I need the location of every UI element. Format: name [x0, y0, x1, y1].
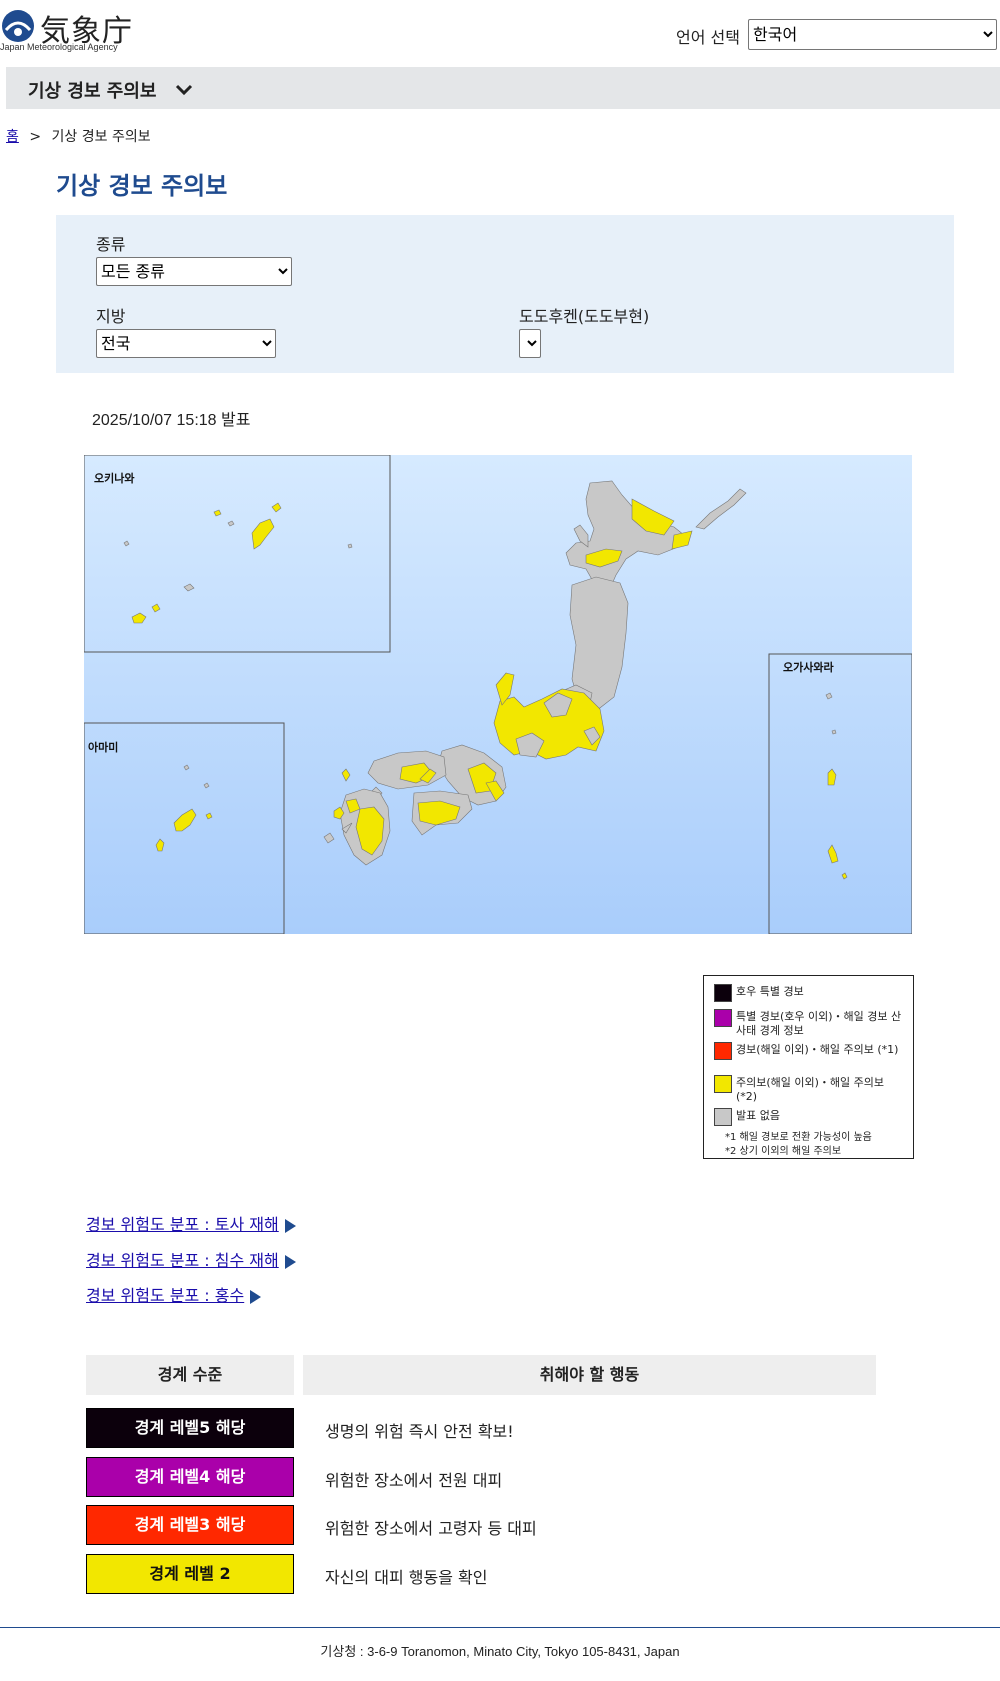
legend-swatch-gray — [714, 1108, 732, 1126]
footer-divider — [0, 1627, 1000, 1628]
level-3-badge: 경계 레벨3 해당 — [86, 1505, 294, 1545]
breadcrumb-separator: > — [29, 129, 42, 145]
chevron-down-icon[interactable] — [174, 79, 194, 99]
level-5-action: 생명의 위험 즉시 안전 확보! — [325, 1422, 514, 1441]
level-4-badge: 경계 레벨4 해당 — [86, 1457, 294, 1497]
table-header-action: 취해야 할 행동 — [303, 1355, 876, 1395]
legend-swatch-black — [714, 984, 732, 1002]
page-title: 기상 경보 주의보 — [56, 172, 228, 200]
link-inundation-risk[interactable]: 경보 위험도 분포 : 침수 재해 — [86, 1251, 279, 1270]
legend-note-1: *1 해일 경보로 전환 가능성이 높음 — [725, 1132, 872, 1143]
prefecture-label: 도도후켄(도도부현) — [519, 307, 650, 326]
okinawa-label: 오키나와 — [94, 471, 134, 485]
type-select[interactable]: 모든 종류 — [96, 257, 292, 286]
type-label: 종류 — [96, 235, 126, 254]
level-5-badge: 경계 레벨5 해당 — [86, 1408, 294, 1448]
level-2-action: 자신의 대피 행동을 확인 — [325, 1568, 488, 1587]
arrow-right-icon — [250, 1289, 262, 1304]
nav-bar[interactable]: 기상 경보 주의보 — [6, 67, 1000, 109]
breadcrumb-home-link[interactable]: 홈 — [6, 129, 19, 145]
issued-time: 2025/10/07 15:18 발표 — [92, 412, 251, 429]
logo-subtitle: Japan Meteorological Agency — [0, 42, 118, 52]
legend-swatch-purple — [714, 1009, 732, 1027]
amami-label: 아마미 — [88, 740, 118, 754]
legend-swatch-yellow — [714, 1075, 732, 1093]
link-landslide-risk[interactable]: 경보 위험도 분포 : 토사 재해 — [86, 1215, 279, 1234]
link-landslide-row: 경보 위험도 분포 : 토사 재해 — [86, 1211, 296, 1235]
level-2-badge: 경계 레벨 2 — [86, 1554, 294, 1594]
language-select[interactable]: 한국어 — [748, 19, 997, 50]
filter-panel: 종류 모든 종류 지방 전국 도도후켄(도도부현) — [56, 215, 954, 373]
arrow-right-icon — [284, 1254, 296, 1269]
breadcrumb-current: 기상 경보 주의보 — [51, 129, 151, 145]
legend-swatch-red — [714, 1042, 732, 1060]
link-flood-row: 경보 위험도 분포 : 홍수 — [86, 1282, 262, 1306]
breadcrumb: 홈 > 기상 경보 주의보 — [6, 126, 151, 146]
region-select[interactable]: 전국 — [96, 329, 276, 358]
level-4-action: 위험한 장소에서 전원 대피 — [325, 1471, 503, 1490]
region-label: 지방 — [96, 307, 126, 326]
link-inundation-row: 경보 위험도 분포 : 침수 재해 — [86, 1247, 296, 1271]
footer-address: 기상청 : 3-6-9 Toranomon, Minato City, Toky… — [320, 1644, 680, 1659]
warning-map[interactable]: 오키나와 아마미 오가사와라 — [84, 455, 912, 934]
jma-logo-icon — [2, 10, 34, 42]
ogasawara-label: 오가사와라 — [783, 660, 834, 674]
prefecture-select[interactable] — [519, 329, 541, 358]
nav-title: 기상 경보 주의보 — [28, 81, 157, 102]
level-3-action: 위험한 장소에서 고령자 등 대피 — [325, 1519, 537, 1538]
language-label: 언어 선택 — [676, 28, 740, 47]
legend-note-2: *2 상기 이외의 해일 주의보 — [725, 1146, 842, 1157]
link-flood-risk[interactable]: 경보 위험도 분포 : 홍수 — [86, 1286, 244, 1305]
table-header-level: 경계 수준 — [86, 1355, 294, 1395]
arrow-right-icon — [284, 1218, 296, 1233]
map-legend: 호우 특별 경보 특별 경보(호우 이외)・해일 경보 산사태 경계 정보 경보… — [703, 975, 914, 1159]
